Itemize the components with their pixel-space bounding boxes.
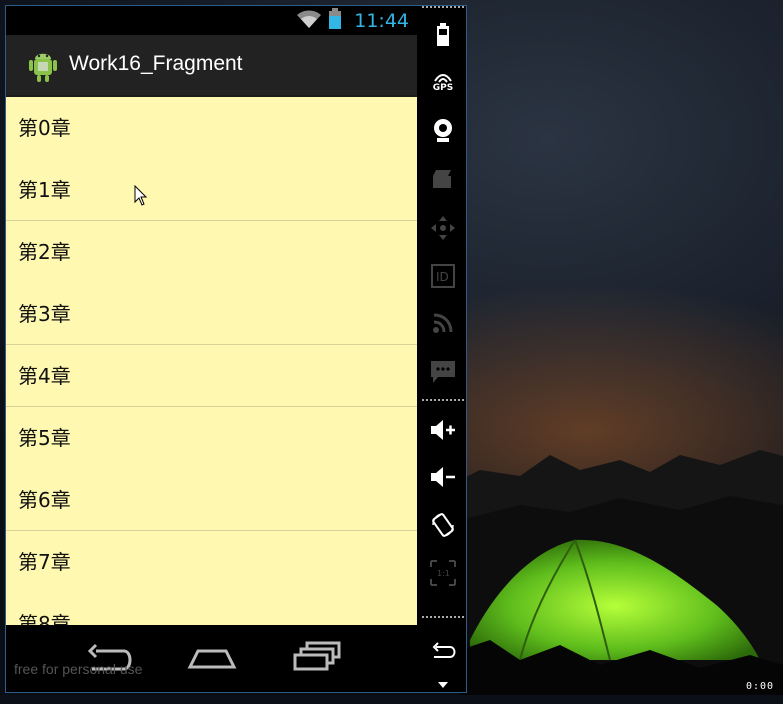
volume-down-icon[interactable] — [424, 458, 462, 496]
sms-tool-icon[interactable] — [424, 353, 462, 391]
list-item-chapter-7[interactable]: 第7章 — [6, 531, 417, 593]
list-item-chapter-8[interactable]: 第8章 — [6, 593, 417, 625]
rotate-icon[interactable] — [424, 506, 462, 544]
svg-text:1:1: 1:1 — [437, 569, 450, 578]
action-bar: Work16_Fragment — [6, 35, 417, 97]
app-title: Work16_Fragment — [69, 52, 243, 75]
battery-tool-icon[interactable] — [424, 16, 462, 54]
wifi-icon — [296, 9, 322, 33]
webcam-tool-icon[interactable] — [424, 112, 462, 150]
chapter-list[interactable]: 第0章 第1章 第2章 第3章 第4章 第5章 第6章 第7章 第8章 — [6, 97, 417, 625]
list-item-chapter-1[interactable]: 第1章 — [6, 159, 417, 221]
list-item-chapter-6[interactable]: 第6章 — [6, 469, 417, 531]
list-item-chapter-2[interactable]: 第2章 — [6, 221, 417, 283]
battery-icon — [328, 7, 342, 34]
watermark-text: free for personal use — [14, 661, 143, 677]
toolbar-divider — [422, 399, 464, 401]
list-item-chapter-4[interactable]: 第4章 — [6, 345, 417, 407]
recent-apps-button[interactable] — [289, 637, 345, 677]
emulator-side-toolbar: GPS ID 1:1 — [420, 6, 466, 692]
gps-label: GPS — [432, 83, 454, 93]
scale-tool-icon[interactable]: 1:1 — [424, 554, 462, 592]
mouse-cursor-icon — [134, 185, 148, 206]
android-app-icon[interactable] — [26, 49, 60, 83]
gps-tool-icon[interactable]: GPS — [424, 64, 462, 102]
list-item-chapter-5[interactable]: 第5章 — [6, 407, 417, 469]
list-item-chapter-3[interactable]: 第3章 — [6, 283, 417, 345]
id-tool-icon[interactable]: ID — [424, 257, 462, 295]
timer-text: 0:00 — [746, 681, 775, 692]
toolbar-divider — [422, 616, 464, 618]
toolbar-expand-icon[interactable] — [424, 666, 462, 704]
tent-illustration — [460, 539, 783, 695]
video-tool-icon[interactable] — [424, 160, 462, 198]
toolbar-divider — [422, 6, 464, 8]
emulator-back-icon[interactable] — [424, 632, 462, 670]
list-item-chapter-0[interactable]: 第0章 — [6, 97, 417, 159]
status-clock: 11:44 — [354, 9, 409, 32]
home-button[interactable] — [184, 637, 240, 677]
navigation-bar: free for personal use — [6, 625, 417, 689]
volume-up-icon[interactable] — [424, 411, 462, 449]
rss-tool-icon[interactable] — [424, 304, 462, 342]
svg-text:ID: ID — [436, 270, 449, 284]
status-bar: 11:44 — [6, 6, 417, 35]
move-tool-icon[interactable] — [424, 209, 462, 247]
